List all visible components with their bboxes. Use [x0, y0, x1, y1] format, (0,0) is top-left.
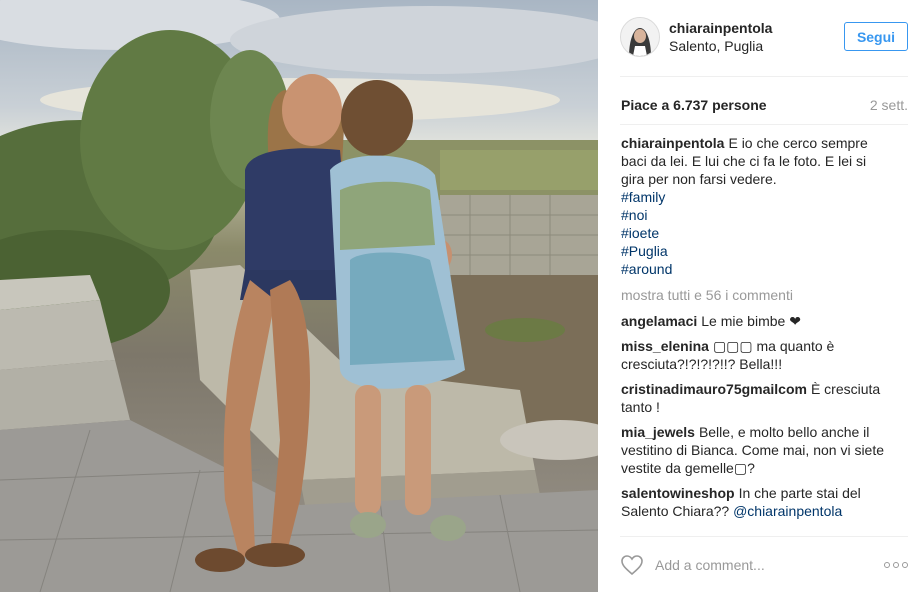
comment-username[interactable]: salentowineshop [621, 485, 735, 501]
hashtag-link[interactable]: #family [621, 188, 889, 206]
show-all-comments-link[interactable]: mostra tutti e 56 i commenti [621, 286, 889, 304]
post-time[interactable]: 2 sett. [870, 97, 908, 113]
hashtag-link[interactable]: #noi [621, 206, 889, 224]
post-header: chiarainpentola Salento, Puglia Segui [598, 0, 916, 76]
comment-item: cristinadimauro75gmailcom È cresciuta tan… [621, 380, 889, 416]
comment-username[interactable]: angelamaci [621, 313, 697, 329]
add-comment-bar: Add a comment... [598, 536, 916, 592]
post-location[interactable]: Salento, Puglia [669, 38, 763, 54]
avatar[interactable] [620, 17, 660, 57]
comment-text: Le mie bimbe ❤ [701, 313, 801, 329]
hashtag-link[interactable]: #around [621, 260, 889, 278]
comment-username[interactable]: miss_elenina [621, 338, 709, 354]
add-comment-input[interactable]: Add a comment... [655, 557, 765, 573]
avatar-image [621, 18, 659, 56]
comment-item: angelamaci Le mie bimbe ❤ [621, 312, 889, 330]
post-username[interactable]: chiarainpentola [669, 20, 772, 36]
header-divider [620, 76, 908, 77]
likes-count[interactable]: Piace a 6.737 persone [621, 97, 767, 113]
add-comment-divider [620, 536, 908, 537]
caption-username[interactable]: chiarainpentola [621, 135, 724, 151]
hashtag-link[interactable]: #Puglia [621, 242, 889, 260]
post-sidebar: chiarainpentola Salento, Puglia Segui Pi… [598, 0, 916, 592]
dot [902, 562, 908, 568]
mention-link[interactable]: @chiarainpentola [733, 503, 842, 519]
follow-button[interactable]: Segui [844, 22, 908, 51]
hashtag-link[interactable]: #ioete [621, 224, 889, 242]
post-photo[interactable] [0, 0, 598, 592]
comment-username[interactable]: cristinadimauro75gmailcom [621, 381, 807, 397]
dot [893, 562, 899, 568]
likes-divider [620, 124, 908, 125]
heart-icon[interactable] [620, 554, 644, 576]
comment-item: salentowineshop In che parte stai del Sal… [621, 484, 889, 520]
comment-username[interactable]: mia_jewels [621, 424, 695, 440]
photo-scene [0, 0, 598, 592]
dot [884, 562, 890, 568]
comment-item: mia_jewels Belle, e molto bello anche il … [621, 423, 889, 477]
more-options-icon[interactable] [884, 562, 908, 568]
comments-list: chiarainpentola E io che cerco sempre bac… [621, 134, 889, 527]
caption: chiarainpentola E io che cerco sempre bac… [621, 134, 889, 278]
comment-item: miss_elenina ▢▢▢ ma quanto è cresciuta?!?… [621, 337, 889, 373]
